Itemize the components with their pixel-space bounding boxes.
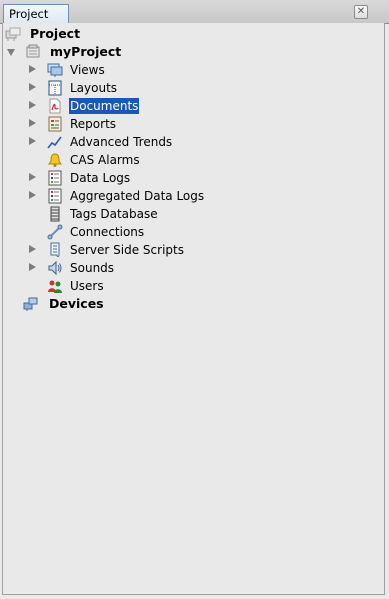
expand-arrow-icon[interactable] — [29, 245, 36, 253]
tree-node-label: Views — [70, 63, 105, 77]
tree-node-layouts[interactable]: Layouts — [5, 79, 305, 97]
expand-arrow-icon[interactable] — [29, 119, 36, 127]
tree-node-reports[interactable]: Reports — [5, 115, 305, 133]
tree-node-label: Tags Database — [70, 207, 158, 221]
expand-arrow-icon[interactable] — [29, 65, 36, 73]
alarm-bell-icon — [48, 153, 62, 167]
tree-node-label: Layouts — [70, 81, 118, 95]
tree-node-label: Documents — [69, 98, 140, 114]
tree-node-server-side-scripts[interactable]: Server Side Scripts — [5, 241, 305, 259]
script-icon — [50, 242, 60, 257]
expand-arrow-icon[interactable] — [29, 191, 36, 199]
tree-root-label: Project — [30, 26, 81, 41]
tree-node-label: Advanced Trends — [70, 135, 173, 149]
users-icon — [48, 280, 62, 293]
tree-node-cas-alarms[interactable]: CAS Alarms — [5, 151, 305, 169]
layouts-icon — [48, 80, 62, 96]
tree-node-myproject[interactable]: myProject — [5, 43, 205, 61]
tree-node-advanced-trends[interactable]: Advanced Trends — [5, 133, 305, 151]
project-root-icon — [5, 27, 21, 41]
tree-node-label: myProject — [50, 44, 122, 59]
close-panel-button[interactable]: ✕ — [354, 5, 368, 19]
reports-icon — [48, 116, 62, 132]
tree-node-connections[interactable]: Connections — [5, 223, 305, 241]
tree-node-label: Server Side Scripts — [70, 243, 184, 257]
tab-bar: Project ✕ — [0, 0, 389, 24]
project-folder-icon — [26, 44, 40, 58]
pdf-document-icon — [49, 98, 61, 114]
expand-arrow-icon[interactable] — [29, 137, 36, 145]
tree-node-tags-database[interactable]: Tags Database — [5, 205, 305, 223]
tree-root-project[interactable]: Project — [5, 25, 205, 43]
connection-link-icon — [47, 224, 63, 240]
speaker-icon — [48, 260, 62, 276]
tree-node-users[interactable]: Users — [5, 277, 305, 295]
database-icon — [50, 206, 60, 222]
devices-icon — [23, 297, 38, 311]
tree-node-label: Reports — [70, 117, 117, 131]
tree-node-aggregated-data-logs[interactable]: Aggregated Data Logs — [5, 187, 305, 205]
tree-node-label: Users — [70, 279, 104, 293]
expand-arrow-icon[interactable] — [29, 101, 36, 109]
aggregated-data-log-icon — [48, 188, 62, 204]
tree-node-documents[interactable]: Documents — [5, 97, 305, 115]
tree-node-label: CAS Alarms — [70, 153, 140, 167]
tree-node-label: Aggregated Data Logs — [70, 189, 205, 203]
project-tree-panel: Project myProject Views Layouts Documents R… — [2, 23, 385, 595]
expand-arrow-icon[interactable] — [29, 173, 36, 181]
tree-node-label: Sounds — [70, 261, 115, 275]
data-log-icon — [48, 170, 62, 186]
expand-arrow-icon[interactable] — [29, 83, 36, 91]
tree-node-sounds[interactable]: Sounds — [5, 259, 305, 277]
tab-project[interactable]: Project — [3, 4, 69, 23]
collapse-arrow-icon[interactable] — [7, 49, 15, 56]
tree-node-label: Connections — [70, 225, 145, 239]
trend-line-icon — [47, 136, 62, 149]
tree-node-data-logs[interactable]: Data Logs — [5, 169, 305, 187]
tree-root-devices[interactable]: Devices — [5, 295, 205, 313]
tree-node-views[interactable]: Views — [5, 61, 305, 79]
devices-label: Devices — [49, 296, 104, 311]
expand-arrow-icon[interactable] — [29, 263, 36, 271]
views-icon — [47, 63, 63, 77]
tree-node-label: Data Logs — [70, 171, 131, 185]
close-icon: ✕ — [356, 6, 366, 17]
